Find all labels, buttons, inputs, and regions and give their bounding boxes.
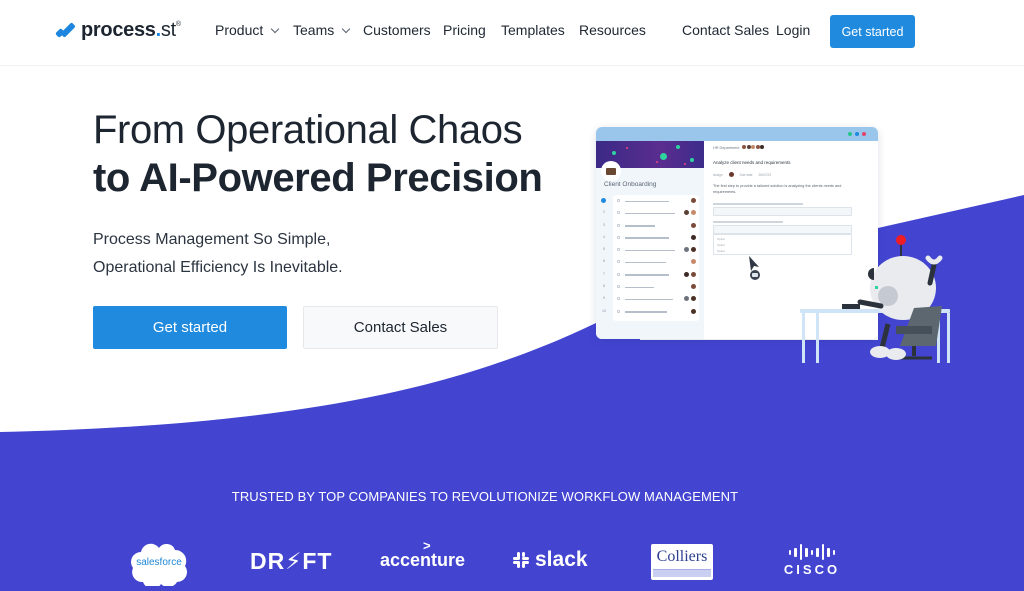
mouse-cursor-icon bbox=[749, 256, 759, 271]
assignee-avatar bbox=[728, 172, 734, 177]
nav-get-started-button[interactable]: Get started bbox=[830, 15, 915, 48]
logo-mark-icon bbox=[55, 21, 76, 41]
nav-item-templates[interactable]: Templates bbox=[501, 22, 565, 38]
window-dot-green-icon bbox=[848, 132, 852, 136]
cursor-robot-badge-icon bbox=[750, 270, 760, 280]
nav-item-pricing[interactable]: Pricing bbox=[443, 22, 486, 38]
mockup-task-list: 2 3 4 5 6 7 8 9 10 bbox=[601, 195, 699, 321]
window-dot-blue-icon bbox=[855, 132, 859, 136]
list-item: 6 bbox=[603, 256, 699, 268]
robot-at-desk-illustration bbox=[800, 235, 950, 363]
hero-title-line-1: From Operational Chaos bbox=[93, 108, 523, 152]
mockup-department-label: HR Department bbox=[713, 146, 740, 150]
list-item: 4 bbox=[603, 232, 699, 244]
cisco-logo: CISCO bbox=[778, 544, 846, 577]
slack-hash-icon bbox=[513, 552, 529, 568]
mockup-task-description: The first step to provide a tailored sol… bbox=[713, 184, 842, 194]
list-item: 3 bbox=[603, 220, 699, 232]
process-st-logo[interactable]: process.st® bbox=[55, 19, 181, 42]
logo-wordmark: process.st® bbox=[81, 19, 181, 41]
list-item: 9 bbox=[603, 293, 699, 305]
list-item: 10 bbox=[602, 306, 699, 318]
list-item: 5 bbox=[603, 244, 699, 256]
chevron-down-icon bbox=[341, 24, 351, 33]
nav-item-resources[interactable]: Resources bbox=[579, 22, 646, 38]
hero-title-line-2: to AI-Powered Precision bbox=[93, 156, 543, 200]
hero-subtitle-line-2: Operational Efficiency Is Inevitable. bbox=[93, 259, 343, 276]
nav-login-link[interactable]: Login bbox=[776, 22, 810, 38]
mockup-input-field bbox=[713, 207, 852, 216]
list-item: 2 bbox=[603, 207, 699, 219]
check-badge-icon bbox=[660, 153, 667, 160]
list-item bbox=[601, 195, 699, 207]
nav-item-product[interactable]: Product bbox=[215, 22, 280, 38]
salesforce-logo: salesforce bbox=[127, 538, 191, 586]
mockup-member-avatars bbox=[742, 145, 764, 149]
colliers-logo: Colliers bbox=[651, 544, 713, 580]
trusted-by-heading: TRUSTED BY TOP COMPANIES TO REVOLUTIONIZ… bbox=[231, 489, 739, 504]
mockup-sidebar: Client Onboarding 2 3 4 5 6 7 8 9 10 bbox=[596, 141, 704, 339]
window-dots bbox=[848, 132, 866, 136]
briefcase-icon bbox=[601, 161, 621, 181]
nav-item-label: Product bbox=[215, 22, 264, 38]
nav-contact-sales-link[interactable]: Contact Sales bbox=[682, 22, 769, 38]
hero-title: From Operational Chaos to AI-Powered Pre… bbox=[93, 106, 543, 202]
mockup-task-meta: Assign Due date 26/07/23 bbox=[713, 172, 771, 177]
hero-subtitle: Process Management So Simple, Operationa… bbox=[93, 226, 343, 282]
list-item: 8 bbox=[603, 281, 699, 293]
drift-logo: DR⚡FT bbox=[250, 548, 333, 574]
hero-contact-sales-button[interactable]: Contact Sales bbox=[303, 306, 498, 349]
customer-logos: salesforce DR⚡FT accenture > slack Colli… bbox=[0, 530, 1024, 591]
mockup-task-title: Analyze client needs and requirements bbox=[713, 160, 791, 165]
hero-get-started-button[interactable]: Get started bbox=[93, 306, 287, 349]
list-item: 7 bbox=[603, 269, 699, 281]
nav-item-teams[interactable]: Teams bbox=[293, 22, 351, 38]
slack-logo: slack bbox=[513, 548, 588, 572]
nav-item-customers[interactable]: Customers bbox=[363, 22, 431, 38]
top-navigation: process.st® Product Teams Customers Pric… bbox=[0, 0, 1024, 66]
hero-subtitle-line-1: Process Management So Simple, bbox=[93, 231, 331, 248]
nav-item-label: Teams bbox=[293, 22, 335, 38]
window-dot-red-icon bbox=[862, 132, 866, 136]
chevron-down-icon bbox=[271, 24, 280, 33]
mockup-window-bar bbox=[596, 127, 878, 141]
cisco-bars-icon bbox=[788, 544, 836, 560]
mockup-sidebar-title: Client Onboarding bbox=[604, 181, 657, 188]
accenture-logo: accenture > bbox=[380, 538, 466, 570]
